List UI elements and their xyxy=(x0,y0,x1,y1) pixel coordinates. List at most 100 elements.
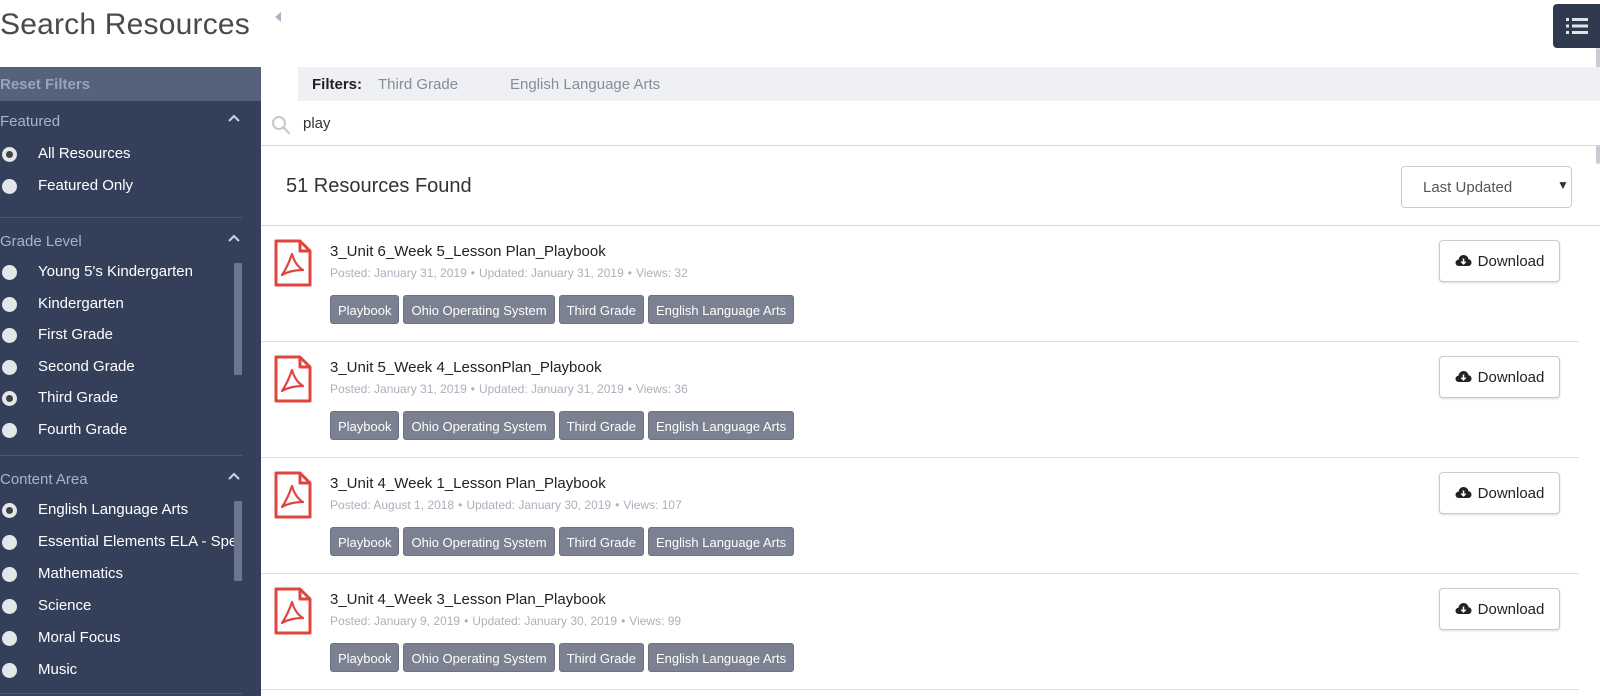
download-button[interactable]: Download xyxy=(1439,240,1560,282)
resource-title-link[interactable]: 3_Unit 4_Week 1_Lesson Plan_Playbook xyxy=(330,475,606,492)
resource-title-link[interactable]: 3_Unit 5_Week 4_LessonPlan_Playbook xyxy=(330,359,602,376)
tag-badge[interactable]: Playbook xyxy=(330,527,400,556)
radio-button[interactable] xyxy=(2,503,17,518)
radio-label: English Language Arts xyxy=(38,501,189,518)
pdf-file-icon[interactable] xyxy=(273,471,313,524)
updated-date: Updated: January 30, 2019 xyxy=(472,614,618,628)
cloud-download-icon xyxy=(1455,603,1472,614)
download-label: Download xyxy=(1477,368,1545,386)
pdf-file-icon[interactable] xyxy=(273,239,313,292)
radio-kindergarten[interactable]: Kindergarten xyxy=(0,292,240,318)
radio-button[interactable] xyxy=(2,360,17,375)
pdf-file-icon[interactable] xyxy=(273,587,313,640)
tag-badge[interactable]: Third Grade xyxy=(558,643,644,672)
download-label: Download xyxy=(1477,252,1545,270)
radio-all-resources[interactable]: All Resources xyxy=(0,142,240,168)
radio-label: First Grade xyxy=(38,326,114,343)
tag-badge[interactable]: Ohio Operating System xyxy=(403,411,555,440)
radio-english-language-arts[interactable]: English Language Arts xyxy=(0,498,240,524)
radio-button[interactable] xyxy=(2,423,17,438)
radio-button[interactable] xyxy=(2,599,17,614)
radio-science[interactable]: Science xyxy=(0,594,240,620)
reset-filters-button[interactable]: Reset Filters xyxy=(0,76,90,93)
tag-badge[interactable]: Ohio Operating System xyxy=(403,643,555,672)
radio-first-grade[interactable]: First Grade xyxy=(0,323,240,349)
radio-mathematics[interactable]: Mathematics xyxy=(0,562,240,588)
posted-date: Posted: January 9, 2019 xyxy=(330,614,461,628)
radio-button[interactable] xyxy=(2,297,17,312)
radio-moral-focus[interactable]: Moral Focus xyxy=(0,626,240,652)
radio-label: Moral Focus xyxy=(38,629,121,646)
cloud-download-icon xyxy=(1455,371,1472,382)
radio-music[interactable]: Music xyxy=(0,658,240,684)
radio-essential-elements-ela[interactable]: Essential Elements ELA - Spe xyxy=(0,530,234,556)
posted-date: Posted: January 31, 2019 xyxy=(330,382,467,396)
tag-badge[interactable]: English Language Arts xyxy=(647,527,795,556)
tag-badge[interactable]: Playbook xyxy=(330,295,400,324)
radio-second-grade[interactable]: Second Grade xyxy=(0,355,240,381)
radio-label: Fourth Grade xyxy=(38,421,128,438)
result-item: 3_Unit 5_Week 4_LessonPlan_Playbook Post… xyxy=(261,342,1579,458)
caret-down-icon: ▼ xyxy=(1557,178,1569,192)
radio-button[interactable] xyxy=(2,328,17,343)
tag-badge[interactable]: Ohio Operating System xyxy=(403,527,555,556)
resource-meta: Posted: January 31, 2019 • Updated: Januar… xyxy=(330,382,688,396)
radio-fourth-grade[interactable]: Fourth Grade xyxy=(0,418,240,444)
radio-label: Kindergarten xyxy=(38,295,124,312)
chevron-up-icon[interactable] xyxy=(228,114,240,122)
tag-badge[interactable]: English Language Arts xyxy=(647,411,795,440)
resource-meta: Posted: January 31, 2019 • Updated: Januar… xyxy=(330,266,688,280)
section-divider xyxy=(0,217,242,218)
view-count: Views: 107 xyxy=(623,498,682,512)
radio-button[interactable] xyxy=(2,147,17,162)
radio-third-grade[interactable]: Third Grade xyxy=(0,386,240,412)
section-title-featured: Featured xyxy=(0,113,61,130)
radio-button[interactable] xyxy=(2,663,17,678)
radio-label: Featured Only xyxy=(38,177,134,194)
view-count: Views: 99 xyxy=(629,614,682,628)
filter-chip-english-language-arts[interactable]: English Language Arts xyxy=(510,76,660,93)
radio-button[interactable] xyxy=(2,535,17,550)
resource-title-link[interactable]: 3_Unit 4_Week 3_Lesson Plan_Playbook xyxy=(330,591,606,608)
radio-button[interactable] xyxy=(2,265,17,280)
tag-badge[interactable]: Ohio Operating System xyxy=(403,295,555,324)
radio-button[interactable] xyxy=(2,179,17,194)
view-count: Views: 32 xyxy=(635,266,688,280)
tag-list: Playbook Ohio Operating System Third Grade… xyxy=(330,295,795,324)
tag-list: Playbook Ohio Operating System Third Grade… xyxy=(330,643,795,672)
sort-select[interactable]: Last Updated ▼ xyxy=(1401,166,1572,208)
tag-badge[interactable]: Third Grade xyxy=(558,411,644,440)
posted-date: Posted: August 1, 2018 xyxy=(330,498,455,512)
radio-button[interactable] xyxy=(2,631,17,646)
search-icon xyxy=(271,115,291,140)
search-input[interactable] xyxy=(303,109,1203,137)
download-button[interactable]: Download xyxy=(1439,588,1560,630)
radio-label: Science xyxy=(38,597,92,614)
download-button[interactable]: Download xyxy=(1439,472,1560,514)
chevron-up-icon[interactable] xyxy=(228,234,240,242)
radio-young-5s-kindergarten[interactable]: Young 5's Kindergarten xyxy=(0,260,240,286)
list-view-button[interactable] xyxy=(1553,4,1600,48)
radio-button[interactable] xyxy=(2,567,17,582)
filters-label: Filters: xyxy=(312,76,363,93)
download-button[interactable]: Download xyxy=(1439,356,1560,398)
resource-title-link[interactable]: 3_Unit 6_Week 5_Lesson Plan_Playbook xyxy=(330,243,606,260)
pdf-file-icon[interactable] xyxy=(273,355,313,408)
chevron-up-icon[interactable] xyxy=(228,472,240,480)
tag-badge[interactable]: Third Grade xyxy=(558,295,644,324)
reset-filters-bar: Reset Filters xyxy=(0,67,261,101)
tag-badge[interactable]: Third Grade xyxy=(558,527,644,556)
view-count: Views: 36 xyxy=(635,382,688,396)
filter-chip-third-grade[interactable]: Third Grade xyxy=(378,76,458,93)
section-title-grade-level: Grade Level xyxy=(0,233,82,250)
result-item: 3_Unit 4_Week 3_Lesson Plan_Playbook Pos… xyxy=(261,574,1579,690)
tag-badge[interactable]: Playbook xyxy=(330,411,400,440)
radio-featured-only[interactable]: Featured Only xyxy=(0,174,240,200)
tag-badge[interactable]: Playbook xyxy=(330,643,400,672)
updated-date: Updated: January 31, 2019 xyxy=(478,382,624,396)
tag-badge[interactable]: English Language Arts xyxy=(647,295,795,324)
tag-badge[interactable]: English Language Arts xyxy=(647,643,795,672)
section-title-content-area: Content Area xyxy=(0,471,88,488)
radio-button[interactable] xyxy=(2,391,17,406)
collapse-sidebar-icon[interactable] xyxy=(275,12,281,22)
